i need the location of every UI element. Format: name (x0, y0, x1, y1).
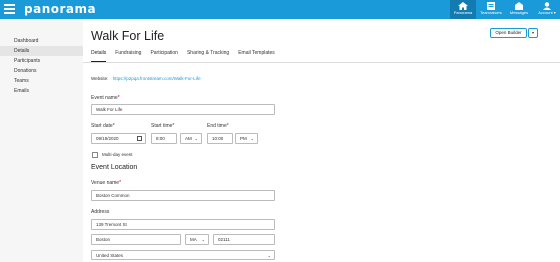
start-date-value: 09/19/2020 (96, 136, 119, 141)
chevron-down-icon: ⌄ (194, 136, 198, 141)
end-time-label: End time* (207, 123, 229, 129)
required-mark: * (112, 123, 115, 129)
state-value: MA (190, 237, 197, 242)
end-ampm-value: PM (240, 136, 247, 141)
venue-name-label: Venue name* (91, 180, 121, 186)
sidebar-item-participants[interactable]: Participants (0, 56, 83, 66)
top-nav-label: Account ▾ (538, 10, 556, 15)
chevron-down-icon: ⌄ (267, 253, 271, 258)
sidebar: Dashboard Details Participants Donations… (0, 19, 83, 262)
zip-input[interactable]: 02111 (213, 234, 275, 245)
calendar-icon[interactable] (137, 136, 142, 141)
address-label: Address (91, 209, 110, 215)
street-address-input[interactable]: 139 Tremont St (91, 219, 275, 230)
page-title: Walk For Life (91, 29, 165, 43)
start-ampm-select[interactable]: AM ⌄ (180, 133, 202, 144)
end-time-input[interactable]: 10:00 (207, 133, 233, 144)
sidebar-item-teams[interactable]: Teams (0, 76, 83, 86)
top-nav: Panorama Teamraisers Messages Account ▾ (448, 0, 560, 19)
home-icon (458, 2, 468, 10)
top-navigation-bar: panorama Panorama Teamraisers Messages A… (0, 0, 560, 19)
event-name-input[interactable]: Walk For Life (91, 104, 275, 115)
event-name-label: Event name* (91, 95, 120, 101)
top-nav-panorama[interactable]: Panorama (450, 0, 476, 19)
required-mark: * (117, 95, 120, 101)
city-input[interactable]: Boston (91, 234, 181, 245)
multiday-checkbox[interactable] (92, 152, 98, 158)
sidebar-item-details[interactable]: Details (0, 46, 83, 56)
main-content: Walk For Life Open Builder ▾ Details Fun… (83, 19, 560, 262)
sidebar-item-emails[interactable]: Emails (0, 86, 83, 96)
panorama-logo[interactable]: panorama (24, 2, 96, 16)
list-icon (487, 2, 495, 10)
sidebar-item-donations[interactable]: Donations (0, 66, 83, 76)
user-icon (543, 2, 551, 10)
end-ampm-select[interactable]: PM ⌄ (235, 133, 258, 144)
required-mark: * (119, 180, 122, 186)
end-time-label-text: End time (207, 123, 227, 129)
event-name-label-text: Event name (91, 95, 118, 101)
mail-icon (515, 2, 523, 10)
start-time-input[interactable]: 8:00 (151, 133, 177, 144)
chevron-down-icon[interactable]: ▾ (528, 28, 538, 38)
chevron-down-icon: ⌄ (201, 237, 205, 242)
venue-name-label-text: Venue name (91, 180, 120, 186)
sidebar-item-dashboard[interactable]: Dashboard (0, 36, 83, 46)
start-date-label-text: Start date (91, 123, 113, 129)
start-ampm-value: AM (185, 136, 192, 141)
top-nav-teamraisers[interactable]: Teamraisers (478, 0, 504, 19)
top-nav-label: Teamraisers (480, 10, 502, 15)
event-location-heading: Event Location (91, 164, 138, 171)
website-link[interactable]: https://p2pqa.frontstream.com/Walk-For-L… (113, 76, 201, 81)
tab-divider (83, 62, 560, 63)
start-time-label-text: Start time (151, 123, 173, 129)
start-time-label: Start time* (151, 123, 174, 129)
website-label: Website: (91, 76, 109, 81)
open-builder-button[interactable]: Open Builder (490, 28, 527, 38)
top-nav-label: Messages (509, 10, 529, 15)
required-mark: * (172, 123, 175, 129)
start-date-label: Start date* (91, 123, 115, 129)
country-value: United States (96, 253, 124, 258)
top-nav-messages[interactable]: Messages (506, 0, 532, 19)
required-mark: * (226, 123, 229, 129)
multiday-label: Multi-day event (102, 152, 133, 157)
website-row: Website: https://p2pqa.frontstream.com/W… (91, 76, 201, 81)
country-select[interactable]: United States ⌄ (91, 250, 275, 260)
venue-name-input[interactable]: Boston Common (91, 190, 275, 201)
hamburger-menu-icon[interactable] (4, 4, 15, 14)
chevron-down-icon: ⌄ (250, 136, 254, 141)
top-nav-account[interactable]: Account ▾ (534, 0, 560, 19)
top-nav-label: Panorama (453, 10, 473, 15)
state-select[interactable]: MA ⌄ (185, 234, 209, 245)
start-date-input[interactable]: 09/19/2020 (91, 133, 146, 144)
